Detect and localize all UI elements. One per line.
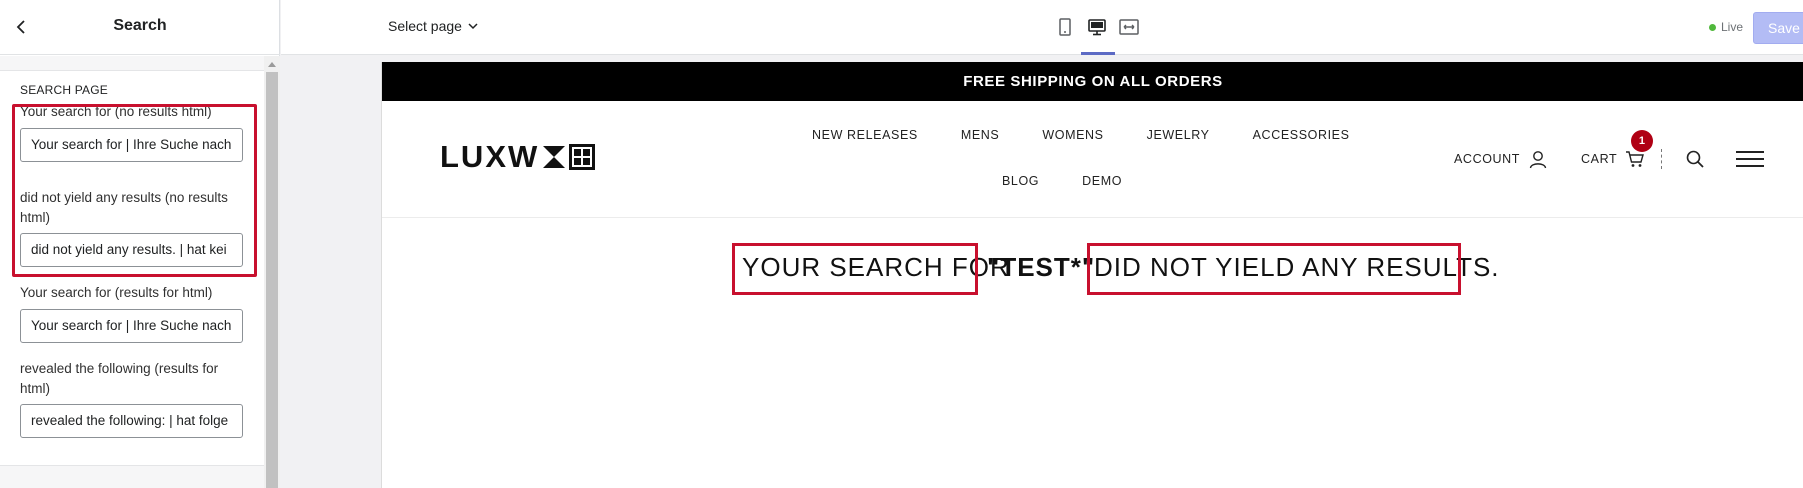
chevron-down-icon — [468, 22, 478, 29]
live-label: Live — [1721, 20, 1744, 34]
account-link[interactable]: ACCOUNT — [1454, 152, 1520, 166]
cart-count-badge: 1 — [1631, 130, 1654, 152]
nav-demo[interactable]: DEMO — [1082, 174, 1122, 188]
search-result-message: YOUR SEARCH FOR "TEST*" DID NOT YIELD AN… — [382, 243, 1803, 295]
header-actions: ACCOUNT CART 1 — [1454, 130, 1765, 169]
nav-blog[interactable]: BLOG — [1002, 174, 1039, 188]
nav-accessories[interactable]: ACCESSORIES — [1253, 128, 1350, 142]
nav-mens[interactable]: MENS — [961, 128, 1000, 142]
select-page-dropdown[interactable]: Select page — [388, 18, 478, 34]
sidebar-title: Search — [113, 17, 167, 34]
scrollbar-thumb[interactable] — [266, 72, 278, 488]
header-divider — [1661, 149, 1663, 169]
field-label-results-prefix: Your search for (results for html) — [20, 285, 213, 300]
results-prefix-input[interactable]: Your search for | Ihre Suche nach — [20, 309, 243, 343]
cart-link[interactable]: CART — [1581, 152, 1617, 166]
scroll-up-arrow-icon[interactable] — [268, 62, 276, 67]
logo-grid-icon — [569, 144, 596, 170]
announcement-bar: FREE SHIPPING ON ALL ORDERS — [382, 62, 1803, 101]
no-results-prefix-input[interactable]: Your search for | Ihre Suche nach — [20, 128, 243, 162]
cart-icon-wrap[interactable]: 1 — [1625, 130, 1654, 168]
hamburger-menu-icon[interactable] — [1736, 150, 1765, 168]
store-header: LUXW NEW RELEASES MENS WOMENS JEWELRY AC… — [382, 101, 1803, 218]
store-preview: FREE SHIPPING ON ALL ORDERS LUXW NEW REL… — [381, 62, 1803, 488]
cart-icon — [1626, 151, 1645, 167]
search-result-suffix: DID NOT YIELD ANY RESULTS. — [1094, 252, 1500, 282]
section-title: SEARCH PAGE — [20, 83, 108, 97]
results-suffix-input[interactable]: revealed the following: | hat folge — [20, 404, 243, 438]
select-page-label: Select page — [388, 18, 462, 34]
search-result-prefix: YOUR SEARCH FOR — [742, 252, 1010, 282]
theme-editor-sidebar: Search SEARCH PAGE Your search for (no r… — [0, 0, 280, 488]
mobile-icon[interactable] — [1053, 14, 1077, 40]
user-icon[interactable] — [1529, 150, 1547, 169]
no-results-suffix-input[interactable]: did not yield any results. | hat kei — [20, 233, 243, 267]
field-label-no-results-prefix: Your search for (no results html) — [20, 104, 212, 119]
live-dot-icon — [1709, 23, 1716, 31]
logo-hourglass-icon — [543, 146, 566, 168]
sidebar-scrollbar[interactable] — [264, 56, 280, 488]
device-switcher — [1053, 14, 1141, 55]
logo-text: LUXW — [440, 139, 540, 174]
search-icon[interactable] — [1686, 150, 1704, 168]
search-query: "TEST*" — [987, 252, 1096, 282]
desktop-icon[interactable] — [1081, 14, 1115, 55]
live-status: Live — [1709, 20, 1743, 34]
main-nav-row-2: BLOG DEMO — [1002, 174, 1122, 188]
main-nav: NEW RELEASES MENS WOMENS JEWELRY ACCESSO… — [812, 128, 1350, 142]
editor-topbar: Select page Live Save — [281, 0, 1803, 55]
field-label-no-results-suffix: did not yield any results (no results ht… — [20, 190, 228, 225]
sidebar-header: Search — [0, 0, 280, 55]
field-label-results-suffix: revealed the following (results for html… — [20, 361, 219, 396]
search-page-settings-card: SEARCH PAGE Your search for (no results … — [0, 70, 264, 466]
fullwidth-icon[interactable] — [1117, 14, 1141, 40]
save-button[interactable]: Save — [1753, 12, 1803, 44]
sidebar-scroll-area: SEARCH PAGE Your search for (no results … — [0, 56, 264, 488]
nav-womens[interactable]: WOMENS — [1042, 128, 1103, 142]
nav-jewelry[interactable]: JEWELRY — [1147, 128, 1210, 142]
nav-new-releases[interactable]: NEW RELEASES — [812, 128, 918, 142]
store-logo[interactable]: LUXW — [440, 139, 596, 175]
